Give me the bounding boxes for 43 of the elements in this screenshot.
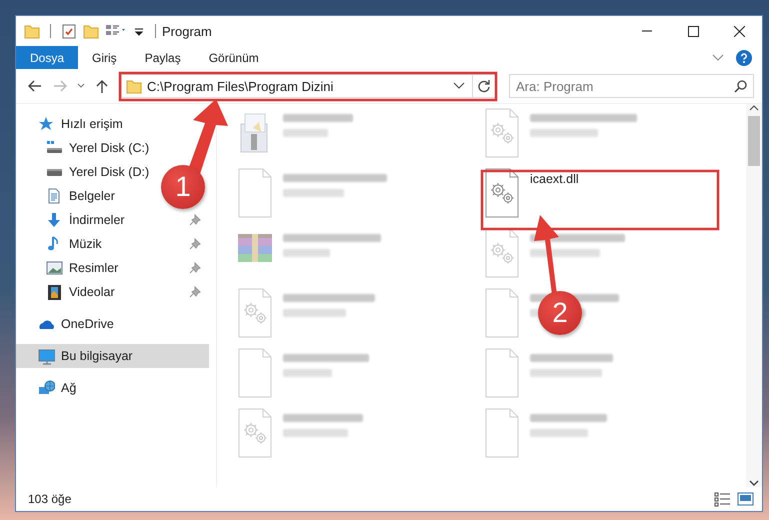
download-arrow-icon — [46, 212, 63, 228]
nav-item[interactable]: Müzik — [69, 237, 102, 251]
nav-item[interactable]: İndirmeler — [69, 213, 125, 227]
scroll-down-icon[interactable] — [749, 479, 759, 487]
properties-icon[interactable] — [61, 23, 77, 39]
ribbon-tab[interactable]: Giriş — [78, 46, 131, 69]
nav-item[interactable]: Videolar — [69, 285, 115, 299]
nav-item[interactable]: Ağ — [61, 381, 76, 395]
nav-item[interactable]: Hızlı erişim — [61, 117, 123, 131]
nav-item[interactable]: Belgeler — [69, 189, 115, 203]
folder-icon[interactable] — [24, 23, 40, 39]
nav-item[interactable]: OneDrive — [61, 317, 114, 331]
nav-item[interactable]: Resimler — [69, 261, 118, 275]
star-icon — [38, 116, 55, 132]
picture-icon — [46, 260, 63, 276]
help-icon[interactable] — [736, 50, 752, 66]
ribbon-tab[interactable]: Paylaş — [130, 46, 195, 69]
ribbon-tab[interactable]: Görünüm — [194, 46, 273, 69]
new-folder-icon[interactable] — [83, 23, 99, 39]
scroll-up-icon[interactable] — [749, 104, 759, 112]
search-icon — [734, 80, 747, 93]
search-field[interactable]: Ara: Program — [508, 74, 754, 98]
item-count: 103 öğe — [28, 492, 72, 506]
close-icon — [734, 26, 744, 36]
scroll-thumb[interactable] — [748, 116, 760, 166]
maximize-icon — [688, 26, 698, 36]
expand-ribbon-icon[interactable] — [712, 54, 724, 62]
refresh-icon[interactable] — [476, 79, 491, 93]
film-icon — [46, 284, 63, 300]
large-icons-view-icon[interactable] — [737, 491, 754, 507]
nav-item[interactable]: Yerel Disk (C:) — [69, 141, 150, 155]
nav-item[interactable]: Yerel Disk (D:) — [69, 165, 150, 179]
dropdown-icon[interactable] — [452, 82, 465, 90]
network-icon — [38, 380, 55, 396]
address-field[interactable]: C:\Program Files\Program Dizini — [120, 74, 496, 98]
folder-icon — [126, 78, 142, 94]
window-title: Program — [162, 24, 212, 38]
nav-item[interactable]: Bu bilgisayar — [61, 349, 133, 363]
details-view-icon[interactable] — [714, 491, 731, 507]
ribbon-tab[interactable]: Dosya — [16, 46, 78, 69]
file-name[interactable]: icaext.dll — [530, 172, 579, 186]
monitor-icon — [38, 348, 55, 364]
back-arrow-icon[interactable] — [26, 79, 43, 93]
